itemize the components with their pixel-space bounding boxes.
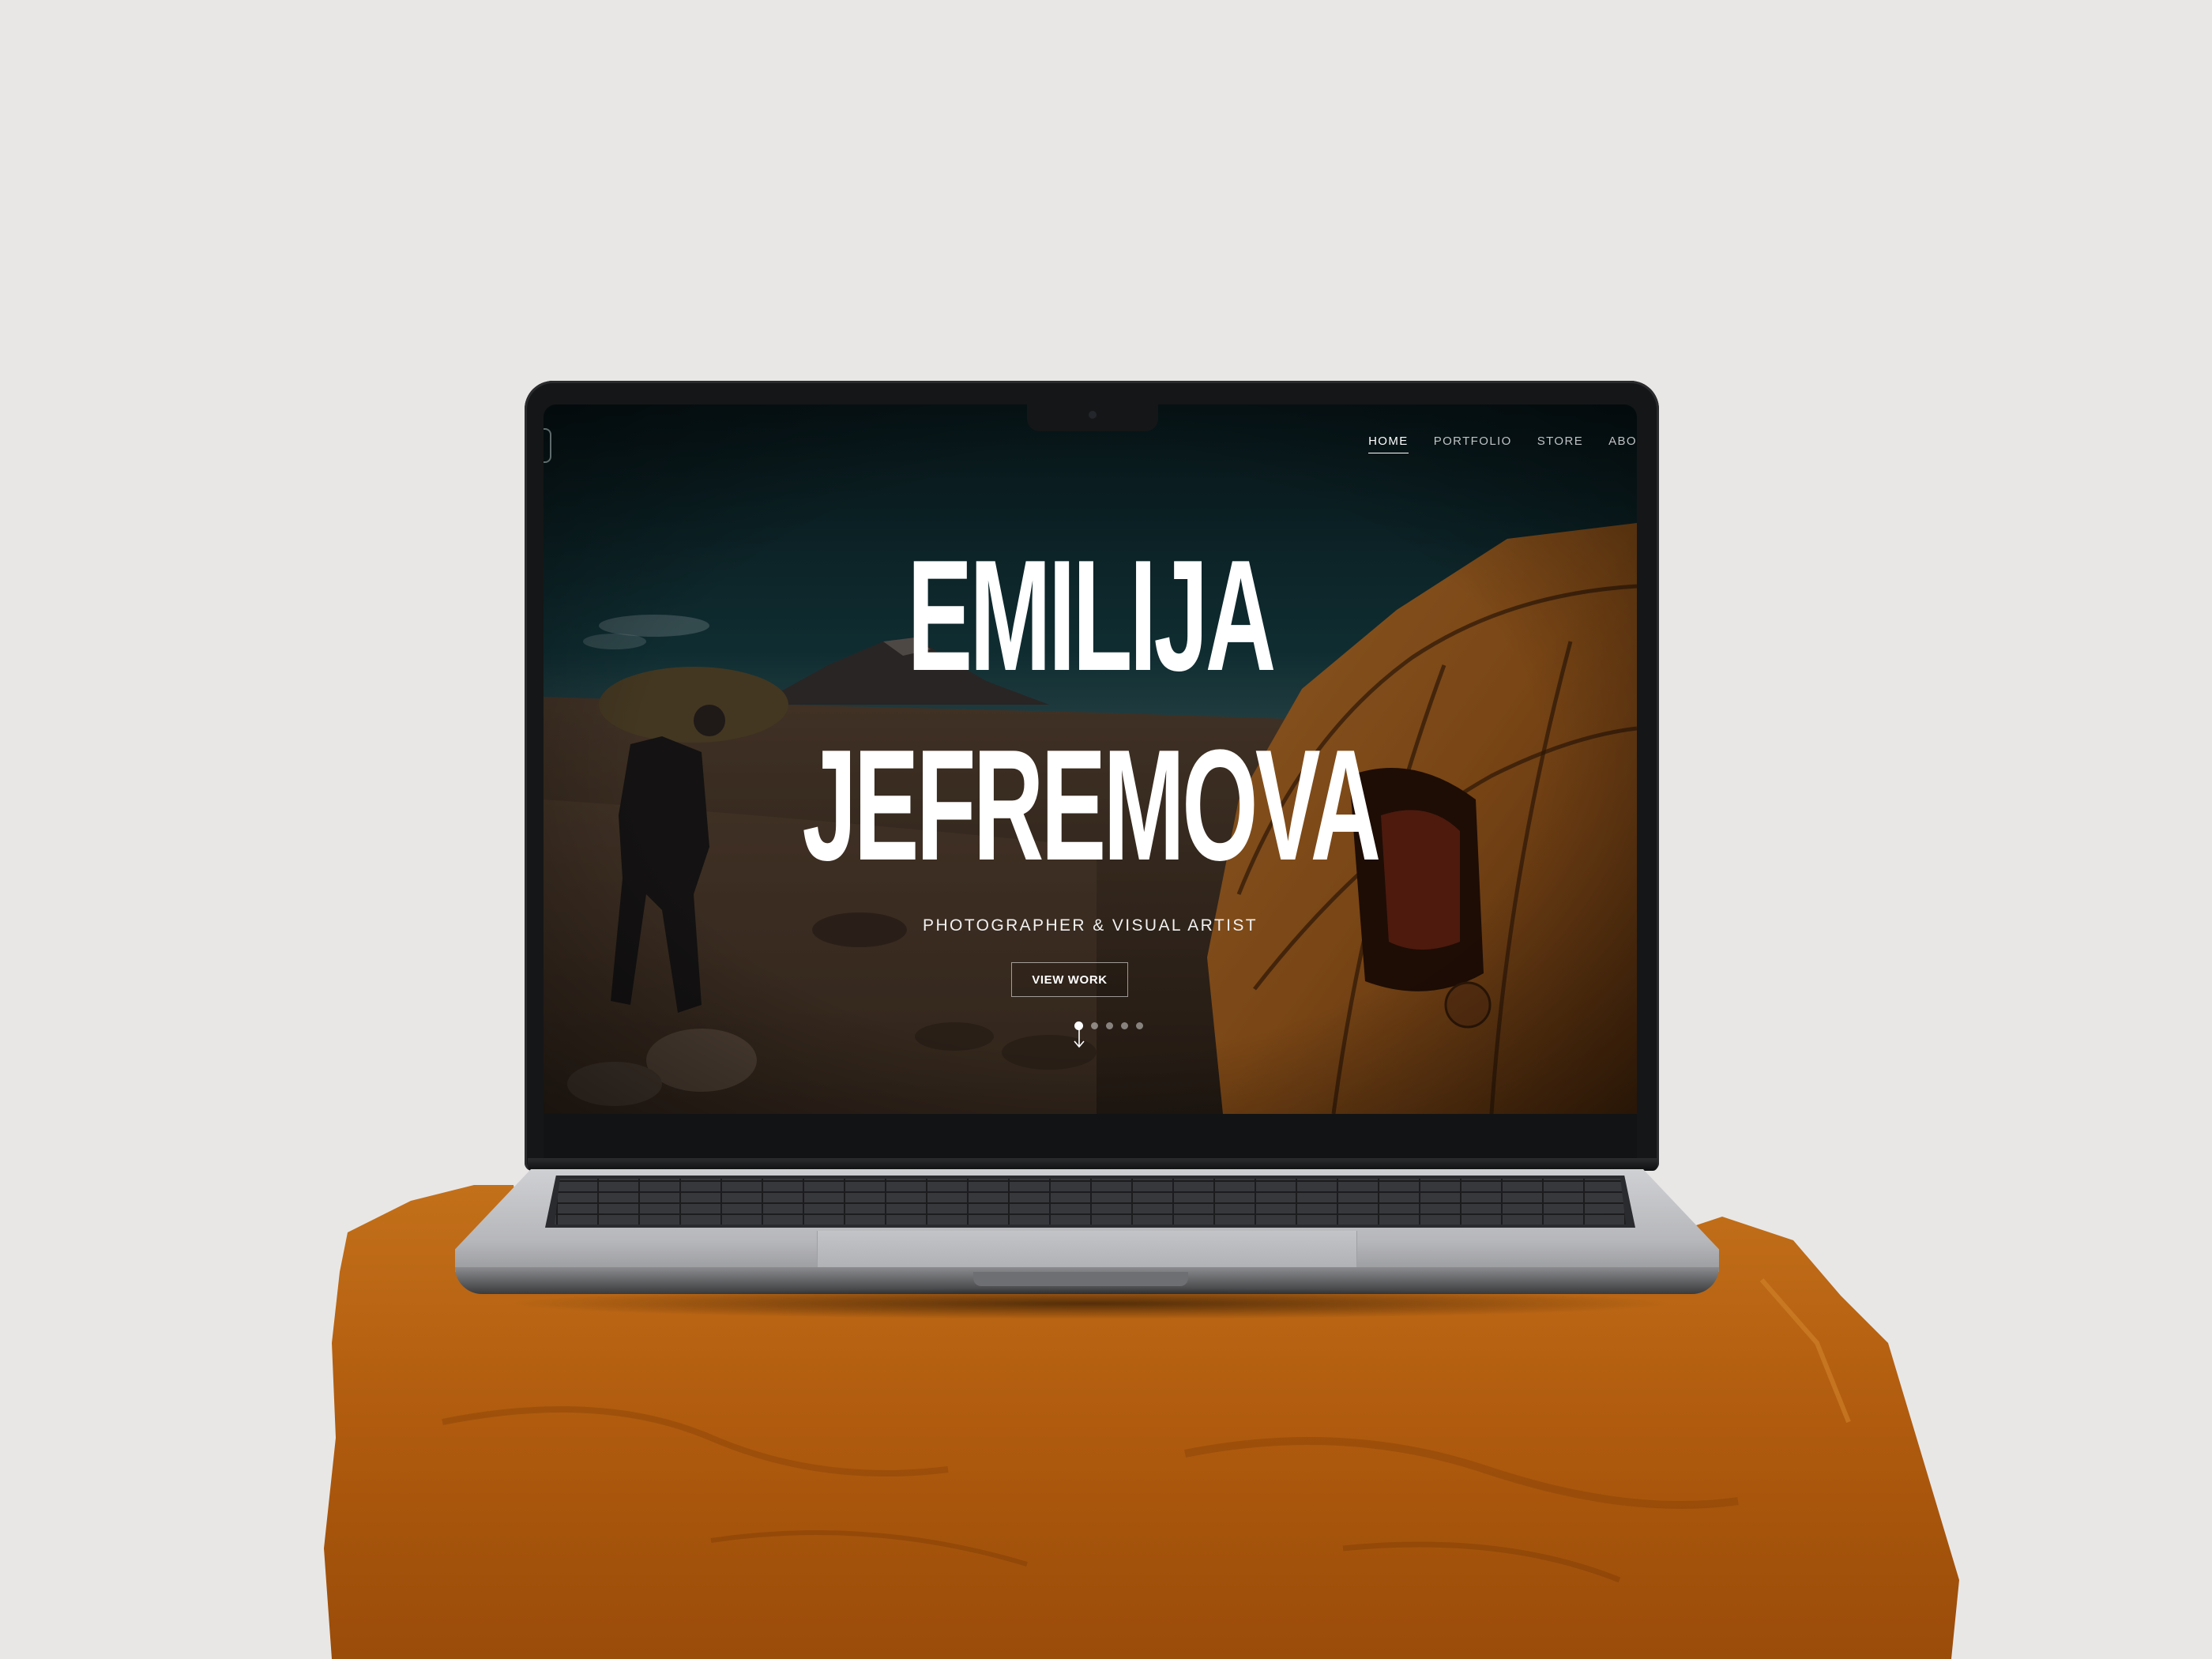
menu-edge-icon — [544, 428, 551, 463]
nav-item-about[interactable]: ABO — [1608, 434, 1637, 453]
trackpad — [817, 1231, 1357, 1270]
slide-dot-5[interactable] — [1136, 1022, 1143, 1029]
camera-icon — [1089, 411, 1097, 419]
view-work-button[interactable]: VIEW WORK — [1011, 962, 1128, 997]
screen-bottom-bezel — [544, 1114, 1637, 1158]
slide-dot-3[interactable] — [1106, 1022, 1113, 1029]
hero-title-line1: EMILIJA — [907, 528, 1276, 704]
laptop-hinge — [528, 1158, 1657, 1171]
hero-title-line2: JEFREMOVA — [802, 717, 1381, 893]
nav-item-home[interactable]: HOME — [1368, 434, 1409, 453]
laptop-screen: HOME PORTFOLIO STORE ABO EMILIJA JEFREMO… — [544, 404, 1637, 1114]
hero-subtitle: PHOTOGRAPHER & VISUAL ARTIST — [923, 916, 1258, 935]
nav-item-store[interactable]: STORE — [1537, 434, 1583, 453]
nav-item-portfolio[interactable]: PORTFOLIO — [1434, 434, 1512, 453]
laptop-opening-lip — [973, 1272, 1188, 1286]
keyboard-keys — [555, 1179, 1626, 1224]
slide-dot-2[interactable] — [1091, 1022, 1098, 1029]
laptop-shadow — [506, 1288, 1675, 1319]
main-navigation: HOME PORTFOLIO STORE ABO — [1368, 434, 1637, 453]
slide-dot-4[interactable] — [1121, 1022, 1128, 1029]
scroll-down-arrow-icon[interactable] — [1073, 1025, 1085, 1049]
